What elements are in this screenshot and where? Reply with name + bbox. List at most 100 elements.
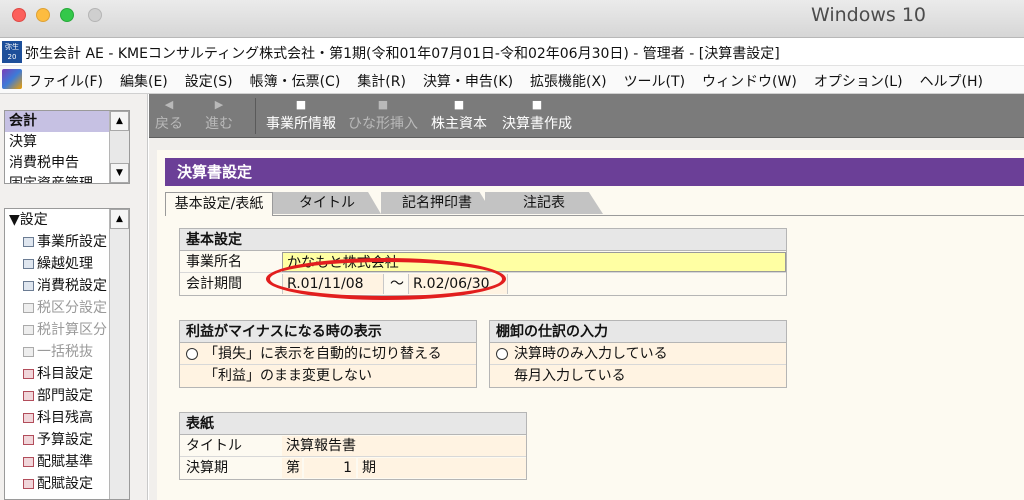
category-fixed-assets[interactable]: 固定資産管理	[5, 174, 109, 183]
radio-button-icon[interactable]	[496, 348, 508, 360]
document-icon	[23, 325, 34, 335]
tree-item[interactable]: 税計算区分	[5, 319, 111, 341]
office-info-icon: ■	[295, 98, 307, 111]
tab-seal[interactable]: 記名押印書	[381, 192, 493, 214]
menu-books[interactable]: 帳簿・伝票(C)	[250, 71, 341, 91]
document-icon	[23, 303, 34, 313]
host-window-title: Windows 10	[810, 4, 926, 26]
menu-extensions[interactable]: 拡張機能(X)	[530, 71, 607, 91]
template-insert-button[interactable]: ■ ひな形挿入	[345, 96, 421, 136]
cover-title-row: タイトル 決算報告書	[180, 435, 526, 457]
toolbar-divider	[255, 98, 256, 134]
negative-profit-title: 利益がマイナスになる時の表示	[180, 321, 476, 343]
create-statements-button[interactable]: ■ 決算書作成	[497, 96, 577, 136]
back-button[interactable]: ◀ 戻る	[151, 96, 187, 136]
tree-item[interactable]: 消費税設定	[5, 275, 111, 297]
tab-divider	[165, 215, 1024, 216]
equity-icon: ■	[453, 98, 465, 111]
tab-basic-cover[interactable]: 基本設定/表紙	[165, 192, 273, 216]
negative-option-loss[interactable]: 「損失」に表示を自動的に切り替える	[180, 343, 476, 365]
yayoi-app-icon: 弥生20	[2, 41, 22, 63]
tree-item[interactable]: 事業所設定	[5, 231, 111, 253]
menu-file[interactable]: ファイル(F)	[28, 71, 103, 91]
tree-item-label: 科目残高	[37, 410, 93, 426]
tree-item-label: 税区分設定	[37, 300, 107, 316]
document-icon	[23, 479, 34, 489]
minimize-window-button[interactable]	[36, 8, 50, 22]
tree-item-label: 予算設定	[37, 432, 93, 448]
term-suffix: 期	[358, 458, 526, 478]
tree-scrollbar[interactable]: ▲	[109, 209, 129, 499]
menu-settings[interactable]: 設定(S)	[185, 71, 233, 91]
equity-button[interactable]: ■ 株主資本	[427, 96, 491, 136]
tab-title[interactable]: タイトル	[273, 192, 381, 214]
menu-edit[interactable]: 編集(E)	[120, 71, 168, 91]
inventory-option-monthly[interactable]: 毎月入力している	[490, 365, 786, 387]
tree-item[interactable]: 一括税抜	[5, 341, 111, 363]
tree-item-label: 配賦設定	[37, 476, 93, 492]
tree-item-label: 部門設定	[37, 388, 93, 404]
forward-arrow-icon: ▶	[214, 98, 224, 111]
scroll-down-icon[interactable]: ▼	[110, 163, 129, 183]
period-end-field[interactable]: R.02/06/30	[408, 274, 508, 294]
menu-settlement[interactable]: 決算・申告(K)	[423, 71, 513, 91]
menu-bar: ファイル(F) 編集(E) 設定(S) 帳簿・伝票(C) 集計(R) 決算・申告…	[0, 66, 1024, 94]
tree-item[interactable]: 予算設定	[5, 429, 111, 451]
tree-item[interactable]: 配賦設定	[5, 473, 111, 495]
period-separator: 〜	[390, 276, 404, 292]
menu-aggregate[interactable]: 集計(R)	[357, 71, 406, 91]
tree-item[interactable]: 部門設定	[5, 385, 111, 407]
office-info-button[interactable]: ■ 事業所情報	[261, 96, 341, 136]
tree-item[interactable]: 繰越処理	[5, 253, 111, 275]
inventory-option-settlement[interactable]: 決算時のみ入力している	[490, 343, 786, 365]
radio-button-icon[interactable]	[186, 348, 198, 360]
tree-item-label: 一括税抜	[37, 344, 93, 360]
navigator-pane: 会計 決算 消費税申告 固定資産管理 ▲ ▼ ▼設定 事業所設定 繰越処理 消費税設…	[0, 94, 148, 500]
menu-window[interactable]: ウィンドウ(W)	[702, 71, 797, 91]
create-statements-icon: ■	[531, 98, 543, 111]
tab-notes[interactable]: 注記表	[485, 192, 603, 214]
tree-item-label: 税計算区分	[37, 322, 107, 338]
cover-group: 表紙 タイトル 決算報告書 決算期 第 1 期	[179, 412, 527, 480]
term-number-input[interactable]: 1	[304, 458, 356, 478]
office-name-label: 事業所名	[186, 254, 242, 270]
app-window-title: 弥生会計 AE - KMEコンサルティング株式会社・第1期(令和01年07月01…	[25, 46, 780, 62]
zoom-window-button[interactable]	[60, 8, 74, 22]
menu-options[interactable]: オプション(L)	[814, 71, 903, 91]
category-settlement[interactable]: 決算	[5, 132, 109, 153]
period-start-field[interactable]: R.01/11/08	[282, 274, 384, 294]
menu-help[interactable]: ヘルプ(H)	[920, 71, 983, 91]
page-title: 決算書設定	[165, 158, 1024, 186]
toolbar: ◀ 戻る ▶ 進む ■ 事業所情報 ■ ひな形挿入 ■ 株主資本 ■ 決算書作成	[149, 94, 1024, 138]
app-logo-icon	[2, 69, 22, 89]
category-scrollbar[interactable]: ▲ ▼	[109, 111, 129, 183]
forward-button[interactable]: ▶ 進む	[201, 96, 237, 136]
extra-window-button[interactable]	[88, 8, 102, 22]
close-window-button[interactable]	[12, 8, 26, 22]
cover-term-row: 決算期 第 1 期	[180, 457, 526, 479]
cover-title-input[interactable]: 決算報告書	[282, 436, 526, 456]
category-list: 会計 決算 消費税申告 固定資産管理 ▲ ▼	[4, 110, 130, 184]
tree-item-label: 消費税設定	[37, 278, 107, 294]
document-icon	[23, 237, 34, 247]
inventory-group: 棚卸の仕訳の入力 決算時のみ入力している 毎月入力している	[489, 320, 787, 388]
tree-item[interactable]: 科目残高	[5, 407, 111, 429]
office-name-row: 事業所名 かなもと株式会社	[180, 251, 786, 273]
scroll-up-icon[interactable]: ▲	[110, 111, 129, 131]
menu-tools[interactable]: ツール(T)	[624, 71, 685, 91]
tree-item-label: 配賦基準	[37, 454, 93, 470]
period-label: 会計期間	[186, 276, 242, 292]
cover-title-label: タイトル	[186, 438, 242, 454]
settings-tabs: 基本設定/表紙 タイトル 記名押印書 注記表	[165, 192, 1024, 216]
tree-scroll-up-icon[interactable]: ▲	[110, 209, 129, 229]
negative-profit-group: 利益がマイナスになる時の表示 「損失」に表示を自動的に切り替える 「利益」のまま…	[179, 320, 477, 388]
category-consumption-tax[interactable]: 消費税申告	[5, 153, 109, 174]
tree-item[interactable]: 配賦基準	[5, 451, 111, 473]
tree-item[interactable]: 科目設定	[5, 363, 111, 385]
category-accounting[interactable]: 会計	[5, 111, 109, 132]
negative-option-keep[interactable]: 「利益」のまま変更しない	[180, 365, 476, 387]
office-name-input[interactable]: かなもと株式会社	[282, 252, 786, 272]
tree-item-label: 事業所設定	[37, 234, 107, 250]
tree-item[interactable]: 税区分設定	[5, 297, 111, 319]
settings-form: 決算書設定 基本設定/表紙 タイトル 記名押印書 注記表 基本設定 事業所名 か…	[157, 150, 1024, 500]
